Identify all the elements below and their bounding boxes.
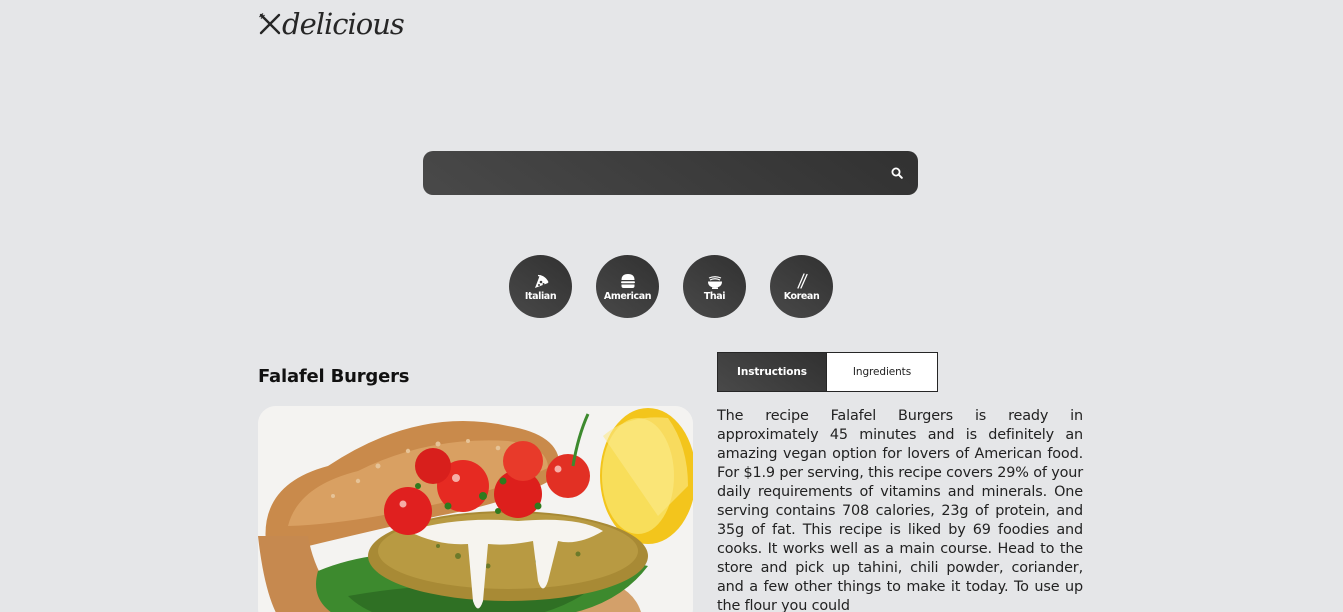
fork-knife-icon	[259, 13, 281, 35]
burger-icon	[620, 274, 635, 288]
tab-instructions[interactable]: Instructions	[717, 352, 827, 392]
recipe-tabs: Instructions Ingredients	[717, 352, 938, 392]
category-italian[interactable]: Italian	[509, 255, 572, 318]
recipe-title: Falafel Burgers	[258, 366, 410, 387]
pizza-icon	[534, 274, 549, 288]
logo-text: delicious	[282, 7, 405, 41]
noodle-bowl-icon	[707, 276, 722, 289]
recipe-description: The recipe Falafel Burgers is ready in a…	[717, 408, 1083, 612]
search-icon	[891, 167, 903, 179]
search-button[interactable]	[886, 162, 908, 184]
category-american[interactable]: American	[596, 255, 659, 318]
category-label: American	[603, 291, 652, 302]
search-bar	[423, 151, 918, 195]
category-label: Italian	[524, 291, 557, 302]
recipe-image	[258, 406, 693, 612]
search-input[interactable]	[423, 151, 883, 195]
category-label: Korean	[783, 291, 820, 302]
category-label: Thai	[703, 291, 726, 302]
category-thai[interactable]: Thai	[683, 255, 746, 318]
category-nav: Italian American Thai Korean	[509, 255, 833, 318]
logo[interactable]: delicious	[258, 6, 405, 42]
tab-ingredients[interactable]: Ingredients	[827, 352, 938, 392]
falafel-burger-image	[258, 406, 693, 612]
page: delicious Italian American Thai Korean F…	[0, 0, 1343, 612]
chopsticks-icon	[796, 273, 808, 289]
category-korean[interactable]: Korean	[770, 255, 833, 318]
